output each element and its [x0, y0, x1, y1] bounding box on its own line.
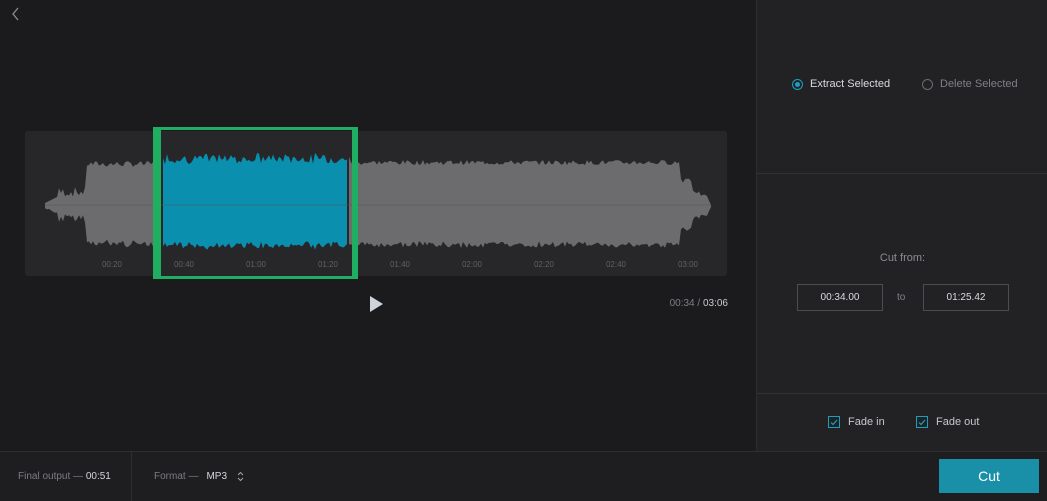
- fade-in-label: Fade in: [848, 416, 885, 428]
- play-icon: [370, 296, 383, 312]
- editor-main: 00:20 00:40 01:00 01:20 01:40 02:00 02:2…: [0, 0, 756, 451]
- start-time-input[interactable]: [797, 284, 883, 311]
- fade-out-checkbox[interactable]: Fade out: [916, 416, 979, 428]
- fade-in-checkbox[interactable]: Fade in: [828, 416, 885, 428]
- tick-label: 01:20: [317, 260, 339, 269]
- tick-label: 03:00: [677, 260, 699, 269]
- bottom-bar: Final output — 00:51 Format — MP3 Cut: [0, 451, 1047, 501]
- final-output-label: Final output —: [18, 471, 84, 482]
- time-readout: 00:34 / 03:06: [640, 298, 728, 309]
- time-separator: /: [697, 298, 701, 309]
- final-output-value: 00:51: [85, 471, 111, 482]
- up-down-icon: [237, 471, 244, 482]
- checkmark-icon: [916, 416, 928, 428]
- delete-selected-radio[interactable]: Delete Selected: [922, 78, 1018, 90]
- format-selector[interactable]: Format — MP3: [154, 471, 244, 482]
- tick-label: 01:40: [389, 260, 411, 269]
- tick-label: 01:00: [245, 260, 267, 269]
- tick-label: 02:00: [461, 260, 483, 269]
- cut-button[interactable]: Cut: [939, 459, 1039, 493]
- waveform-after-selection: [349, 156, 711, 248]
- selection-start-handle[interactable]: [153, 127, 162, 279]
- play-button[interactable]: [366, 294, 386, 314]
- selection-end-handle[interactable]: [350, 127, 359, 279]
- cut-range-section: Cut from: to: [757, 174, 1047, 394]
- current-time: 00:34: [669, 298, 695, 309]
- back-button[interactable]: [6, 4, 24, 24]
- format-stepper[interactable]: [237, 471, 244, 482]
- tick-label: 02:20: [533, 260, 555, 269]
- waveform-panel[interactable]: 00:20 00:40 01:00 01:20 01:40 02:00 02:2…: [25, 131, 727, 276]
- chevron-left-icon: [11, 7, 18, 21]
- waveform-selected: [163, 152, 347, 250]
- radio-on-icon: [792, 78, 803, 90]
- tick-label: 00:40: [173, 260, 195, 269]
- fade-out-label: Fade out: [936, 416, 980, 428]
- checkmark-icon: [828, 416, 840, 428]
- options-panel: Extract Selected Delete Selected Cut fro…: [756, 0, 1047, 451]
- radio-label: Delete Selected: [940, 78, 1018, 90]
- radio-off-icon: [922, 78, 933, 90]
- tick-label: 00:20: [101, 260, 123, 269]
- total-time: 03:06: [702, 298, 728, 309]
- format-value: MP3: [206, 471, 228, 482]
- tick-label: 02:40: [605, 260, 627, 269]
- end-time-input[interactable]: [923, 284, 1009, 311]
- format-label: Format —: [154, 471, 199, 482]
- waveform-before-selection: [45, 161, 161, 248]
- waveform: [45, 152, 711, 250]
- cut-from-label: Cut from:: [879, 252, 926, 264]
- extract-selected-radio[interactable]: Extract Selected: [792, 78, 890, 90]
- to-label: to: [897, 292, 906, 303]
- mode-section: Extract Selected Delete Selected: [757, 0, 1047, 174]
- final-output: Final output — 00:51: [18, 471, 111, 482]
- divider: [131, 452, 132, 501]
- radio-label: Extract Selected: [810, 78, 891, 90]
- fade-section: Fade in Fade out: [757, 394, 1047, 451]
